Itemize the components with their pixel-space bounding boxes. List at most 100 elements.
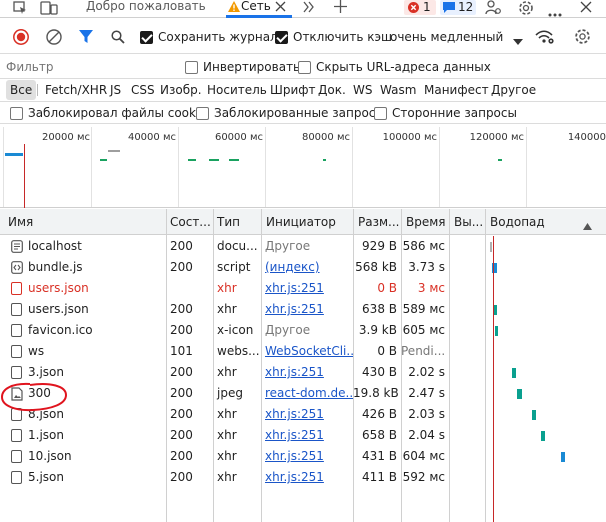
tab-welcome[interactable]: Добро пожаловать xyxy=(86,0,206,17)
hide-data-urls-checkbox[interactable] xyxy=(298,61,311,74)
cell-time: 2.47 s xyxy=(408,386,445,400)
type-filter-doc[interactable]: Док. xyxy=(316,80,348,100)
column-header-fulfilled[interactable]: Вы... xyxy=(450,209,484,235)
blocked-requests-checkbox[interactable] xyxy=(196,107,209,120)
cell-status xyxy=(166,278,212,299)
filter-icon[interactable] xyxy=(79,30,93,47)
table-row[interactable]: bundle.js 200 script (индекс) 568 kB 3.73 s xyxy=(0,257,606,278)
gear-icon[interactable] xyxy=(574,28,591,48)
hide-data-urls-label: Скрыть URL-адреса данных xyxy=(316,60,491,74)
cell-initiator[interactable]: xhr.js:251 xyxy=(261,425,353,446)
network-toolbar: Сохранить журнал Отключить кэш очень мед… xyxy=(0,19,606,54)
third-party-label: Сторонние запросы xyxy=(392,106,517,120)
devtools-tab-bar: Добро пожаловать Сеть 1 12 xyxy=(0,0,606,18)
column-header-waterfall[interactable]: Водопад xyxy=(486,209,576,235)
table-row[interactable]: 10.json 200 xhr xhr.js:251 431 B 604 мс xyxy=(0,446,606,467)
record-icon[interactable] xyxy=(13,29,29,48)
overview-tick: 20000 мс xyxy=(41,132,90,143)
cell-status: 200 xyxy=(170,365,193,379)
inspect-icon[interactable] xyxy=(13,1,27,18)
cell-type: xhr xyxy=(217,281,237,295)
overview-gridline xyxy=(265,127,266,207)
preserve-log-checkbox[interactable] xyxy=(140,31,153,44)
settings-icon[interactable] xyxy=(518,0,534,19)
type-filter-js[interactable]: JS xyxy=(108,80,123,100)
type-filter-divider xyxy=(37,84,38,96)
add-tab-icon[interactable] xyxy=(334,0,347,16)
throttling-value: очень медленный xyxy=(390,30,504,44)
more-tabs-icon[interactable] xyxy=(303,1,315,16)
throttling-select[interactable]: очень медленный xyxy=(384,26,526,48)
column-header-status[interactable]: Сост... xyxy=(166,209,212,235)
disable-cache-checkbox[interactable] xyxy=(275,31,288,44)
filter-input[interactable] xyxy=(6,58,176,76)
clear-icon[interactable] xyxy=(46,29,62,48)
table-row[interactable]: 1.json 200 xhr xhr.js:251 658 B 2.04 s xyxy=(0,425,606,446)
cell-initiator[interactable]: xhr.js:251 xyxy=(261,362,353,383)
column-header-time[interactable]: Время xyxy=(402,209,448,235)
table-row[interactable]: users.json 200 xhr xhr.js:251 638 B 589 мс xyxy=(0,299,606,320)
file-icon xyxy=(11,303,22,316)
type-filter-other[interactable]: Другое xyxy=(489,80,538,100)
column-header-size[interactable]: Разм... xyxy=(354,209,400,235)
cell-status: 200 xyxy=(170,470,193,484)
network-overview[interactable]: 20000 мс 40000 мс 60000 мс 80000 мс 1000… xyxy=(0,124,606,208)
wifi-settings-icon[interactable] xyxy=(535,29,555,48)
type-filter-font[interactable]: Шрифт xyxy=(268,80,318,100)
blocked-cookies-checkbox[interactable] xyxy=(10,107,23,120)
close-icon[interactable] xyxy=(275,1,286,15)
cell-time: 592 мс xyxy=(402,470,445,484)
message-counter[interactable]: 12 xyxy=(440,0,476,15)
cell-status: 200 xyxy=(170,449,193,463)
cell-initiator[interactable]: xhr.js:251 xyxy=(261,446,353,467)
close-devtools-icon[interactable] xyxy=(580,1,592,16)
cell-name: favicon.ico xyxy=(28,323,93,337)
cell-initiator[interactable]: (индекс) xyxy=(261,257,353,278)
cell-time: 2.02 s xyxy=(408,365,445,379)
third-party-checkbox[interactable] xyxy=(374,107,387,120)
cell-initiator[interactable]: react-dom.de... xyxy=(261,383,353,404)
table-row[interactable]: 3.json 200 xhr xhr.js:251 430 B 2.02 s xyxy=(0,362,606,383)
blocked-requests-label: Заблокированные запросы xyxy=(214,106,385,120)
type-filter-media[interactable]: Носитель xyxy=(205,80,269,100)
table-row[interactable]: ws 101 webs... WebSocketCli... 0 B Pendi... xyxy=(0,341,606,362)
type-filter-manifest[interactable]: Манифест xyxy=(422,80,491,100)
cell-initiator[interactable]: xhr.js:251 xyxy=(261,278,353,299)
cell-initiator[interactable]: WebSocketCli... xyxy=(261,341,353,362)
cell-time: 604 мс xyxy=(402,449,445,463)
disable-cache-label: Отключить кэш xyxy=(293,30,393,44)
invert-checkbox[interactable] xyxy=(185,61,198,74)
table-row[interactable]: 8.json 200 xhr xhr.js:251 426 B 2.03 s xyxy=(0,404,606,425)
cell-initiator[interactable]: xhr.js:251 xyxy=(261,467,353,488)
more-icon[interactable] xyxy=(548,6,562,20)
type-filter-wasm[interactable]: Wasm xyxy=(378,80,418,100)
column-header-type[interactable]: Тип xyxy=(213,209,261,235)
table-row[interactable]: favicon.ico 200 x-icon Другое 3.9 kB 605 мс xyxy=(0,320,606,341)
table-row[interactable]: localhost 200 docu... Другое 929 B 586 мс xyxy=(0,236,606,257)
search-icon[interactable] xyxy=(111,30,125,47)
type-filter-css[interactable]: CSS xyxy=(129,80,157,100)
options-row: Заблокировал файлы cookie Заблокированны… xyxy=(0,101,606,124)
column-header-name[interactable]: Имя xyxy=(4,209,164,235)
error-counter[interactable]: 1 xyxy=(404,0,436,15)
cell-time: 605 мс xyxy=(402,323,445,337)
cell-initiator[interactable]: xhr.js:251 xyxy=(261,404,353,425)
type-filter-ws[interactable]: WS xyxy=(351,80,374,100)
type-filter-all[interactable]: Все xyxy=(6,80,37,100)
table-row[interactable]: 300 200 jpeg react-dom.de... 19.8 kB 2.47 s xyxy=(0,383,606,404)
cell-initiator[interactable]: xhr.js:251 xyxy=(261,299,353,320)
column-header-initiator[interactable]: Инициатор xyxy=(262,209,352,235)
overview-request-mark xyxy=(100,159,107,161)
overview-request-mark xyxy=(323,159,326,161)
type-filter-fetch-xhr[interactable]: Fetch/XHR xyxy=(43,80,109,100)
type-filter-img[interactable]: Изобр. xyxy=(158,80,204,100)
customize-icon[interactable] xyxy=(485,0,501,18)
overview-request-mark xyxy=(5,153,23,156)
annotation-circle xyxy=(0,382,68,412)
cell-name: 10.json xyxy=(28,449,72,463)
table-row[interactable]: users.json xhr xhr.js:251 0 B 3 мс xyxy=(0,278,606,299)
cell-size: 3.9 kB xyxy=(358,323,397,337)
cell-initiator: Другое xyxy=(265,323,311,337)
table-row[interactable]: 5.json 200 xhr xhr.js:251 411 B 592 мс xyxy=(0,467,606,488)
device-toggle-icon[interactable] xyxy=(40,1,58,18)
